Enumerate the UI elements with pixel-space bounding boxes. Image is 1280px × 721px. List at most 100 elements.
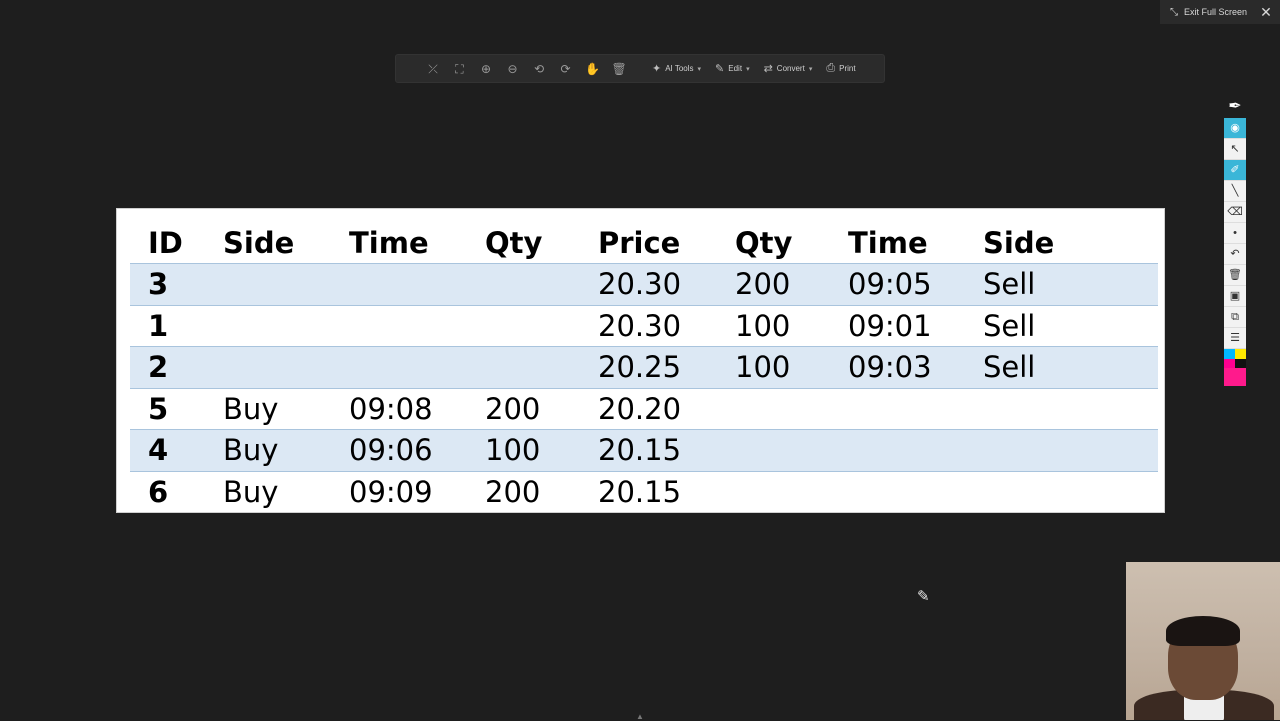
exit-fit-icon[interactable]: ⤫ xyxy=(426,62,440,76)
header-sell-time: Time xyxy=(848,226,928,260)
rotate-right-icon[interactable]: ⟳ xyxy=(559,62,573,76)
header-buy-side: Side xyxy=(223,226,295,260)
table-cell: 20.15 xyxy=(580,429,717,471)
header-sell-qty: Qty xyxy=(735,226,793,260)
table-cell xyxy=(467,263,580,305)
table-cell: Buy xyxy=(205,429,331,471)
delete-icon[interactable]: 🗑 xyxy=(612,62,627,76)
eraser-icon[interactable]: ⌫ xyxy=(1224,202,1246,223)
undo-icon[interactable]: ↶ xyxy=(1224,244,1246,265)
table-cell: 2 xyxy=(130,346,205,388)
eye-icon[interactable]: ◉ xyxy=(1224,118,1246,139)
table-cell: 09:08 xyxy=(331,387,467,430)
camera-icon[interactable]: ▣ xyxy=(1224,286,1246,307)
table-cell: Buy xyxy=(205,470,331,512)
zoom-out-icon[interactable]: ⊖ xyxy=(506,62,520,76)
table-cell: 5 xyxy=(130,387,205,430)
table-cell xyxy=(965,429,1158,471)
header-buy-time: Time xyxy=(349,226,429,260)
table-cell xyxy=(467,304,580,347)
table-row: 4 Buy 09:06 100 20.15 xyxy=(130,429,1158,471)
edit-button[interactable]: ✎ Edit ▾ xyxy=(715,62,750,75)
header-buy-qty: Qty xyxy=(485,226,543,260)
table-header-row: ID Side Time Qty Price Qty Time Side xyxy=(130,223,1158,264)
table-cell: 20.30 xyxy=(580,263,717,305)
screenshot-icon[interactable]: ⧉ xyxy=(1224,307,1246,328)
header-id: ID xyxy=(148,226,183,260)
table-cell: 100 xyxy=(717,346,830,388)
table-cell xyxy=(205,263,331,305)
table-cell: 200 xyxy=(467,387,580,430)
select-arrow-icon[interactable]: ↖ xyxy=(1224,139,1246,160)
ai-tools-button[interactable]: ✦ AI Tools ▾ xyxy=(652,62,701,75)
table-cell: Sell xyxy=(965,346,1158,388)
trash-icon[interactable]: 🗑 xyxy=(1224,265,1246,286)
table-cell xyxy=(717,429,830,471)
table-cell: Buy xyxy=(205,387,331,430)
hand-icon[interactable]: ✋ xyxy=(585,62,600,76)
order-book-table: ID Side Time Qty Price Qty Time Side 3 20… xyxy=(130,223,1158,512)
table-cell: 3 xyxy=(130,263,205,305)
close-icon[interactable]: ✕ xyxy=(1258,4,1274,20)
pdf-toolbar: ⤫ ⛶ ⊕ ⊖ ⟲ ⟳ ✋ 🗑 ✦ AI Tools ▾ ✎ Edit ▾ ⇄ … xyxy=(395,54,885,83)
printer-icon: ⎙ xyxy=(826,62,836,74)
color-swatch-magenta-black[interactable] xyxy=(1224,358,1246,369)
chevron-down-icon: ▾ xyxy=(808,65,813,73)
table-cell xyxy=(205,346,331,388)
table-row: 2 20.25 100 09:03 Sell xyxy=(130,346,1158,388)
exit-fullscreen-icon: ⤡ xyxy=(1170,6,1178,18)
table-row: 6 Buy 09:09 200 20.15 xyxy=(130,470,1158,512)
presenter-hair xyxy=(1166,616,1240,646)
table-cell: 09:01 xyxy=(830,304,965,347)
rotate-left-icon[interactable]: ⟲ xyxy=(532,62,546,76)
edit-label: Edit xyxy=(728,64,743,73)
table-cell xyxy=(830,429,965,471)
table-cell: 200 xyxy=(467,470,580,512)
exit-full-screen-label: Exit Full Screen xyxy=(1184,7,1248,17)
clipboard-icon[interactable]: ☰ xyxy=(1224,328,1246,349)
table-cell: 20.15 xyxy=(580,470,717,512)
table-cell: 100 xyxy=(467,429,580,471)
table-cell: 20.25 xyxy=(580,346,717,388)
table-cell xyxy=(965,387,1158,430)
pen-nib-icon[interactable]: ✒ xyxy=(1224,96,1246,118)
table-cell: 100 xyxy=(717,304,830,347)
table-cell: 20.30 xyxy=(580,304,717,347)
webcam-overlay[interactable] xyxy=(1126,562,1280,720)
table-row: 1 20.30 100 09:01 Sell xyxy=(130,304,1158,347)
table-cell xyxy=(717,387,830,430)
table-cell: 6 xyxy=(130,470,205,512)
header-sell-side: Side xyxy=(983,226,1055,260)
slide-page: ID Side Time Qty Price Qty Time Side 3 20… xyxy=(116,208,1165,513)
highlighter-icon[interactable]: ✐ xyxy=(1224,160,1246,181)
table-cell: 09:06 xyxy=(331,429,467,471)
print-label: Print xyxy=(839,64,856,73)
table-cell xyxy=(965,470,1158,512)
pen-cursor-icon: ✎ xyxy=(917,588,930,605)
edit-icon: ✎ xyxy=(715,63,725,75)
color-swatch-pink[interactable] xyxy=(1224,368,1246,386)
convert-icon: ⇄ xyxy=(763,63,773,75)
table-cell xyxy=(830,387,965,430)
table-cell xyxy=(205,304,331,347)
fit-page-icon[interactable]: ⛶ xyxy=(453,62,467,76)
line-icon[interactable]: ╲ xyxy=(1224,181,1246,202)
table-cell: 200 xyxy=(717,263,830,305)
convert-button[interactable]: ⇄ Convert ▾ xyxy=(764,62,813,75)
table-cell xyxy=(331,346,467,388)
header-price: Price xyxy=(598,226,681,260)
ai-tools-label: AI Tools xyxy=(665,64,694,73)
chevron-up-icon[interactable]: ▲ xyxy=(633,712,647,721)
color-swatch-cyan-yellow[interactable] xyxy=(1224,349,1246,359)
chevron-down-icon: ▾ xyxy=(746,65,750,73)
zoom-in-icon[interactable]: ⊕ xyxy=(479,62,493,76)
dot-icon[interactable]: • xyxy=(1224,223,1246,244)
table-row: 3 20.30 200 09:05 Sell xyxy=(130,263,1158,305)
table-cell xyxy=(331,263,467,305)
table-cell: 20.20 xyxy=(580,387,717,430)
print-button[interactable]: ⎙ Print xyxy=(826,62,855,75)
table-cell: 09:09 xyxy=(331,470,467,512)
chevron-down-icon: ▾ xyxy=(697,65,702,73)
table-cell: 1 xyxy=(130,304,205,347)
table-cell xyxy=(467,346,580,388)
